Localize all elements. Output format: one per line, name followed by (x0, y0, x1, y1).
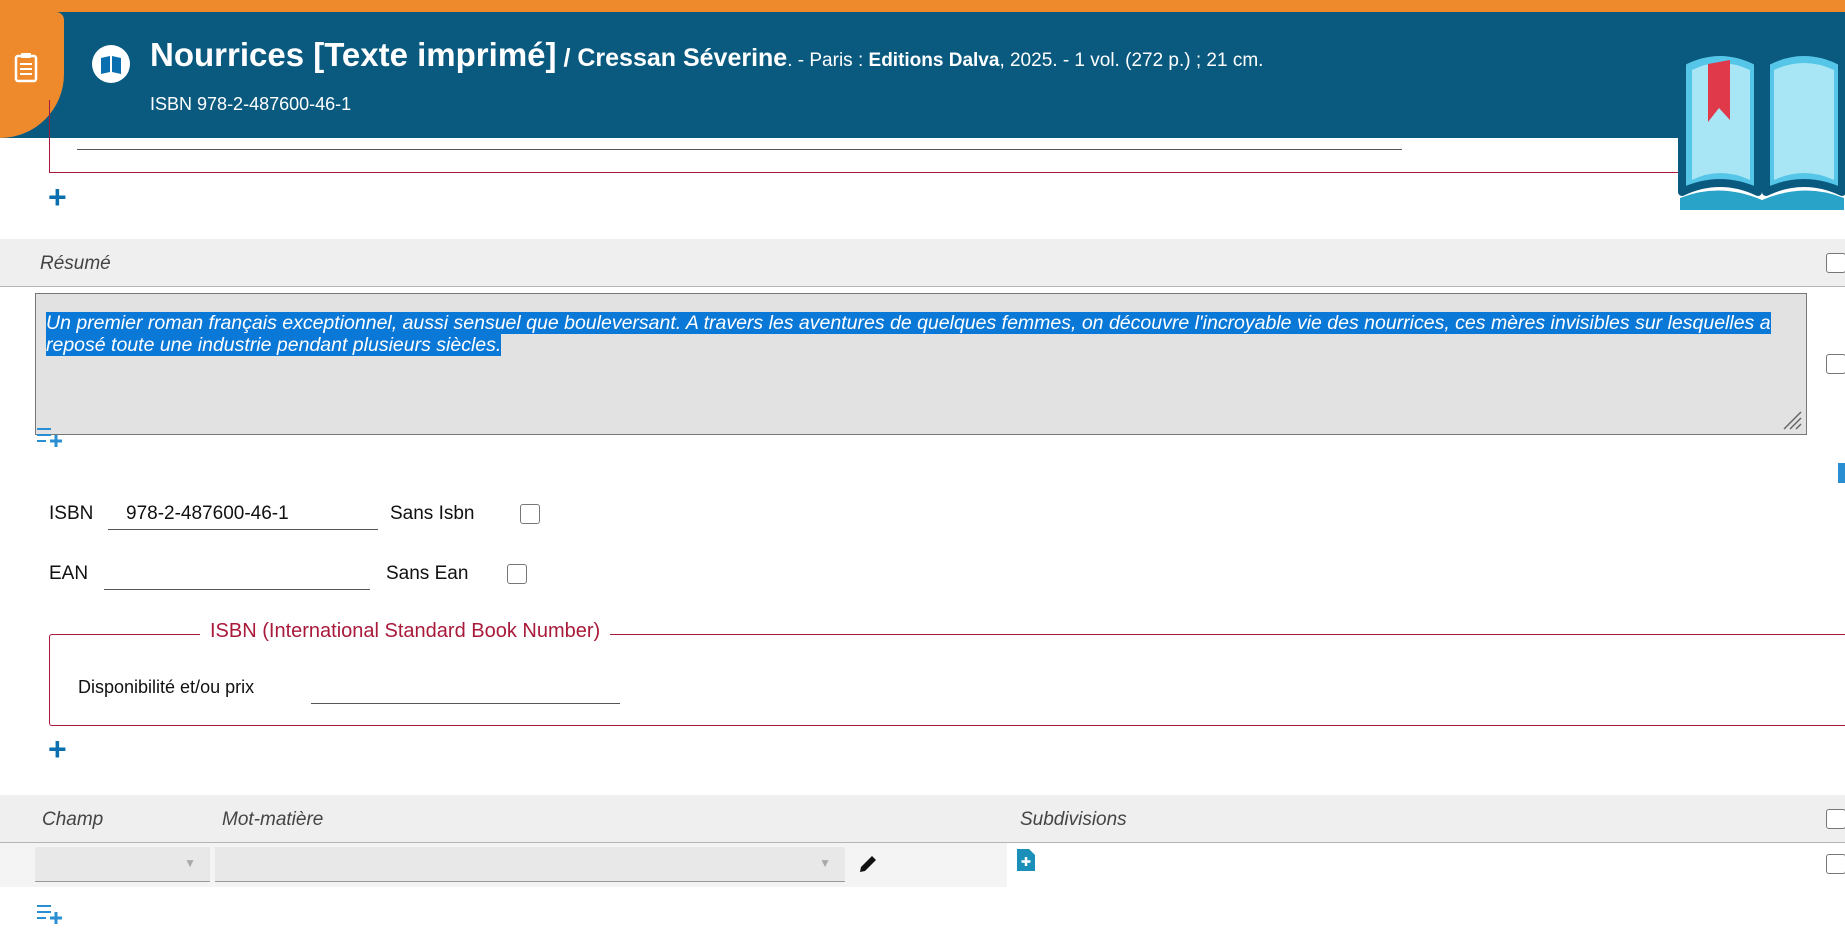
resize-grip-icon[interactable] (1780, 408, 1802, 430)
subdivisions-cell (1007, 843, 1845, 887)
add-field-button[interactable]: + (48, 181, 67, 213)
previous-field-underline (77, 149, 1402, 150)
add-file-icon[interactable] (1017, 849, 1035, 871)
publication-prefix: . - Paris : (787, 50, 869, 71)
add-resume-line-button[interactable] (36, 425, 64, 453)
ean-input[interactable] (104, 561, 370, 590)
dropdown-arrow-icon: ▼ (184, 856, 196, 870)
mot-matiere-select[interactable]: ▼ (215, 847, 845, 882)
resume-select-checkbox[interactable] (1826, 253, 1845, 273)
add-subject-line-button[interactable] (36, 902, 64, 930)
isbn-fieldset: ISBN (International Standard Book Number… (49, 620, 1845, 726)
column-subdivisions: Subdivisions (1020, 809, 1127, 830)
sans-ean-label: Sans Ean (386, 563, 469, 584)
sans-ean-checkbox[interactable] (507, 564, 527, 584)
isbn-fieldset-legend: ISBN (International Standard Book Number… (200, 620, 611, 643)
champ-select[interactable]: ▼ (35, 847, 210, 882)
dropdown-arrow-icon: ▼ (819, 856, 831, 870)
dispo-input[interactable] (311, 675, 620, 704)
pencil-icon[interactable] (857, 853, 879, 875)
dispo-label: Disponibilité et/ou prix (78, 677, 255, 697)
subject-row: ▼ ▼ (0, 843, 1845, 887)
ean-label: EAN (49, 563, 89, 584)
publication-suffix: , 2025. - 1 vol. (272 p.) ; 21 cm. (999, 50, 1264, 71)
subjects-select-checkbox[interactable] (1826, 809, 1845, 829)
record-title: Nourrices [Texte imprimé] / Cressan Séve… (150, 36, 1263, 74)
sans-isbn-label: Sans Isbn (390, 503, 475, 524)
resume-row-checkbox[interactable] (1826, 354, 1845, 374)
publisher-text: Editions Dalva (868, 50, 1000, 71)
notes-icon (14, 53, 38, 83)
resume-text: Un premier roman français exceptionnel, … (46, 312, 1771, 356)
list-add-icon (37, 905, 62, 924)
delete-icon[interactable] (1838, 463, 1845, 483)
open-book-logo-icon (1678, 48, 1845, 210)
isbn-input[interactable]: 978-2-487600-46-1 (108, 501, 378, 530)
previous-field-group (49, 100, 1845, 173)
subject-row-checkbox[interactable] (1826, 854, 1845, 874)
subjects-header-bar: Champ Mot-matière Subdivisions (0, 795, 1845, 843)
add-isbn-group-button[interactable]: + (48, 733, 67, 765)
book-icon (92, 45, 130, 83)
list-add-icon (37, 428, 62, 447)
sans-isbn-checkbox[interactable] (520, 504, 540, 524)
author-text: Cressan Séverine (577, 44, 788, 72)
resume-header-bar: Résumé (0, 239, 1845, 287)
column-champ: Champ (42, 809, 104, 830)
isbn-label: ISBN (49, 503, 94, 524)
title-text: Nourrices [Texte imprimé] (150, 36, 557, 73)
author-separator: / (556, 44, 578, 72)
resume-label: Résumé (40, 253, 111, 274)
top-accent-line (0, 0, 1845, 12)
resume-textarea[interactable]: Un premier roman français exceptionnel, … (35, 293, 1807, 435)
column-mot-matiere: Mot-matière (222, 809, 324, 830)
